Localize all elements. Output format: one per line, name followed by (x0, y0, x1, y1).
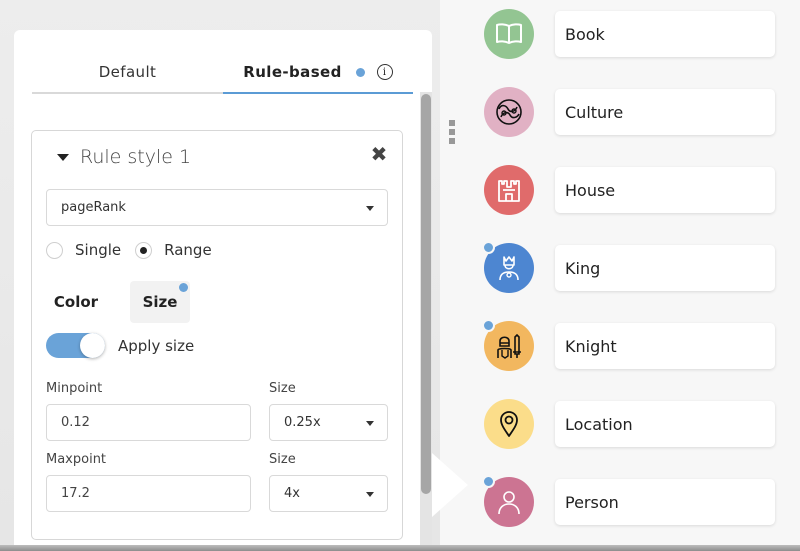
category-avatar[interactable] (484, 87, 534, 137)
minpoint-value: 0.12 (61, 415, 90, 430)
max-size-select[interactable]: 4x (269, 475, 388, 512)
tab-default-label: Default (98, 63, 157, 81)
category-avatar[interactable] (482, 319, 534, 371)
category-avatar[interactable] (482, 475, 534, 527)
maxpoint-value: 17.2 (61, 486, 90, 501)
subtab-size[interactable]: Size (130, 281, 190, 323)
category-row: Culture (440, 86, 800, 137)
category-name-input[interactable]: Person (555, 479, 775, 525)
minpoint-label: Minpoint (46, 381, 103, 396)
category-name: Person (565, 492, 619, 512)
style-tabs: Default Rule-based i (32, 52, 413, 94)
category-name: Culture (565, 102, 624, 122)
category-row: Location (440, 398, 800, 449)
category-row: Book (440, 8, 800, 59)
dropdown-arrow-icon (366, 420, 374, 426)
category-name: Location (565, 414, 633, 434)
minpoint-input[interactable]: 0.12 (46, 404, 251, 441)
tab-default[interactable]: Default (32, 52, 223, 94)
category-avatar[interactable] (482, 241, 534, 293)
property-select-value: pageRank (61, 200, 126, 215)
maxpoint-label: Maxpoint (46, 452, 107, 467)
info-icon[interactable]: i (376, 64, 393, 80)
radio-single-label[interactable]: Single (75, 241, 121, 259)
category-name-input[interactable]: Book (555, 11, 775, 57)
category-name: House (565, 180, 616, 200)
modified-dot-icon (355, 67, 365, 77)
category-row: Person (440, 475, 800, 527)
mode-radio-group: Single Range (46, 241, 226, 259)
person-icon (498, 491, 520, 515)
category-row: King (440, 241, 800, 293)
tab-rule-based-label: Rule-based (243, 63, 342, 81)
style-panel: Default Rule-based i Rule style 1 ✖ page… (14, 30, 432, 545)
modified-dot-icon (482, 475, 495, 488)
category-avatar[interactable] (484, 399, 534, 449)
radio-range[interactable] (135, 241, 153, 259)
subtab-size-label: Size (142, 293, 178, 311)
modified-dot-icon (482, 241, 495, 254)
modified-dot-icon (179, 283, 188, 292)
knight-icon (497, 333, 521, 359)
close-icon[interactable]: ✖ (370, 144, 388, 164)
min-size-value: 0.25x (284, 415, 321, 430)
tab-rule-based[interactable]: Rule-based i (223, 52, 413, 94)
style-subtabs: Color Size (46, 281, 214, 323)
dropdown-arrow-icon (366, 205, 374, 211)
max-size-label: Size (269, 452, 296, 467)
min-size-select[interactable]: 0.25x (269, 404, 388, 441)
subtab-color[interactable]: Color (46, 281, 106, 323)
rule-style-card: Rule style 1 ✖ pageRank Single Range Col… (31, 130, 403, 540)
rule-style-title: Rule style 1 (80, 146, 192, 168)
category-list-panel: Book Culture House King Knight Location (432, 0, 800, 545)
category-row: Knight (440, 319, 800, 371)
max-size-value: 4x (284, 486, 300, 501)
apply-size-row: Apply size (46, 333, 194, 358)
category-name-input[interactable]: Location (555, 401, 775, 447)
book-icon (496, 23, 522, 44)
caret-down-icon[interactable] (57, 153, 69, 161)
apply-size-label: Apply size (118, 336, 195, 355)
category-name-input[interactable]: Culture (555, 89, 775, 135)
category-row: House (440, 164, 800, 215)
modified-dot-icon (482, 319, 495, 332)
category-avatar[interactable] (484, 165, 534, 215)
min-size-label: Size (269, 381, 296, 396)
toggle-knob (80, 333, 105, 358)
location-pin-icon (500, 411, 518, 437)
category-name-input[interactable]: House (555, 167, 775, 213)
dropdown-arrow-icon (366, 491, 374, 497)
radio-range-label[interactable]: Range (164, 241, 212, 259)
category-avatar[interactable] (484, 9, 534, 59)
maxpoint-input[interactable]: 17.2 (46, 475, 251, 512)
category-name-input[interactable]: King (555, 245, 775, 291)
category-name: Knight (565, 336, 617, 356)
window-bottom-edge (0, 545, 800, 551)
yin-yang-icon (496, 99, 522, 125)
rule-style-header[interactable]: Rule style 1 (57, 146, 191, 168)
apply-size-toggle[interactable] (46, 333, 105, 358)
radio-single[interactable] (46, 241, 63, 259)
category-name-input[interactable]: Knight (555, 323, 775, 369)
king-icon (499, 256, 519, 281)
castle-icon (498, 180, 520, 202)
category-name: King (565, 258, 601, 278)
subtab-color-label: Color (53, 293, 99, 311)
category-name: Book (565, 24, 605, 44)
property-select[interactable]: pageRank (46, 189, 388, 226)
scrollbar-thumb[interactable] (421, 94, 431, 494)
